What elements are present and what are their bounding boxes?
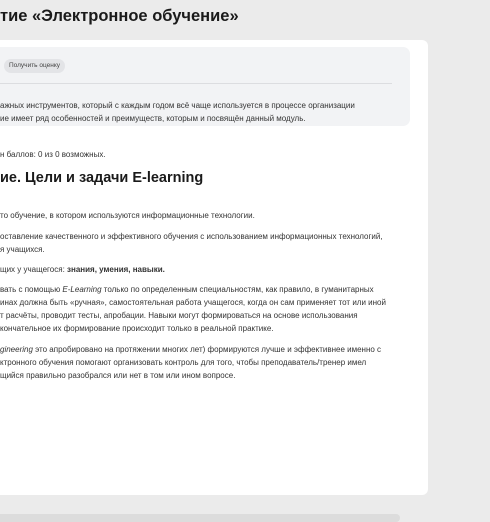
divider (0, 83, 392, 84)
paragraph-text: это апробировано на протяжении многих ле… (32, 345, 382, 354)
horizontal-scrollbar[interactable] (0, 514, 400, 522)
paragraph-line: щийся правильно разобрался или нет в том… (0, 371, 236, 380)
paragraph: то обучение, в котором используются инфо… (0, 209, 400, 222)
paragraph: gineering это апробировано на протяжении… (0, 343, 400, 382)
module-info-box: Получить оценку ажных инструментов, кото… (0, 47, 410, 126)
section-title: ие. Цели и задачи E-learning (0, 170, 204, 186)
get-grade-button[interactable]: Получить оценку (4, 59, 66, 73)
paragraph-line: я учащихся. (0, 245, 45, 254)
paragraph-line: ктронного обучения помогают организовать… (0, 358, 367, 367)
paragraph: щих у учащегося: знания, умения, навыки. (0, 263, 400, 276)
skills-emphasis: знания, умения, навыки. (67, 265, 165, 274)
score-text: н баллов: 0 из 0 возможных. (0, 150, 106, 159)
paragraph: оставление качественного и эффективного … (0, 230, 400, 256)
page-title: тие «Электронное обучение» (0, 7, 239, 25)
paragraph-line: кончательное их формирование происходит … (0, 324, 274, 333)
module-description-line: ажных инструментов, который с каждым год… (0, 101, 355, 110)
elearning-term: E-Learning (62, 285, 102, 294)
module-description: ажных инструментов, который с каждым год… (0, 99, 398, 125)
paragraph-line: инах должна быть «ручная», самостоятельн… (0, 298, 386, 307)
paragraph-text: то обучение, в котором используются инфо… (0, 211, 255, 220)
content-panel: Получить оценку ажных инструментов, кото… (0, 40, 428, 522)
paragraph-line: оставление качественного и эффективного … (0, 232, 383, 241)
paragraph: вать с помощью E-Learning только по опре… (0, 283, 400, 335)
paragraph-text: вать с помощью (0, 285, 63, 294)
paragraph-text: щих у учащегося: (0, 265, 68, 274)
engineering-term: gineering (0, 345, 33, 354)
module-description-line: ие имеет ряд особенностей и преимуществ,… (0, 114, 306, 123)
paragraph-line: вать с помощью E-Learning только по опре… (0, 283, 400, 296)
paragraph-text: только по определенным специальностям, к… (101, 285, 374, 294)
paragraph-line: gineering это апробировано на протяжении… (0, 343, 400, 356)
paragraph-line: т расчёты, проводит тесты, апробации. На… (0, 311, 358, 320)
